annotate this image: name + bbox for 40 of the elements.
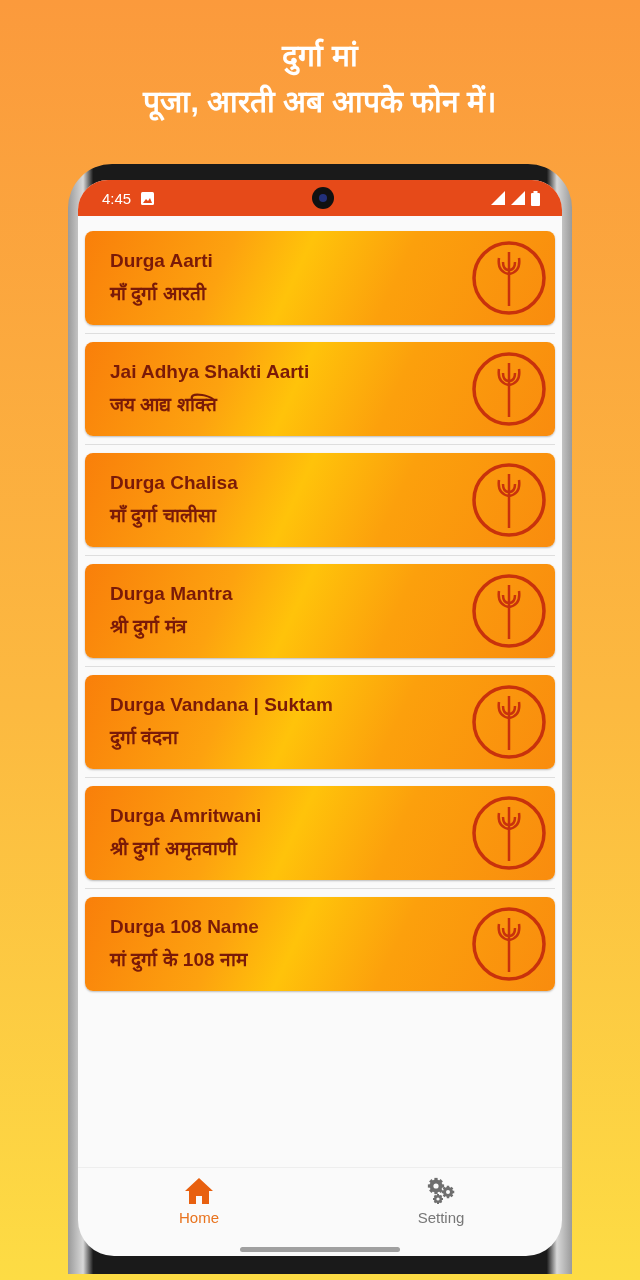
home-icon [184, 1177, 214, 1205]
status-time: 4:45 [102, 189, 132, 207]
image-icon [141, 191, 155, 205]
card-title: Durga Mantra [110, 583, 233, 605]
trident-icon [471, 684, 547, 760]
trident-icon [471, 906, 547, 982]
trident-icon [471, 462, 547, 538]
battery-icon [531, 190, 540, 206]
card-title: Durga Vandana | Suktam [110, 694, 333, 716]
camera-icon [311, 187, 334, 209]
menu-card[interactable]: Durga Amritwani श्री दुर्गा अमृतवाणी [85, 786, 555, 880]
menu-card[interactable]: Durga Chalisa माँ दुर्गा चालीसा [85, 453, 555, 547]
nav-tab[interactable]: Setting [396, 1176, 486, 1247]
card-subtitle: माँ दुर्गा चालीसा [110, 503, 218, 528]
menu-card[interactable]: Durga Vandana | Suktam दुर्गा वंदना [85, 675, 555, 769]
settings-icon [426, 1177, 456, 1205]
card-subtitle: श्री दुर्गा अमृतवाणी [110, 836, 239, 861]
menu-card[interactable]: Durga Aarti माँ दुर्गा आरती [85, 231, 555, 325]
trident-icon [471, 795, 547, 871]
nav-tab[interactable]: Home [154, 1176, 244, 1247]
card-title: Jai Adhya Shakti Aarti [110, 361, 310, 383]
signal-icon [511, 191, 525, 205]
menu-card[interactable]: Durga Mantra श्री दुर्गा मंत्र [85, 564, 555, 658]
menu-card[interactable]: Durga 108 Name मां दुर्गा के 108 नाम [85, 897, 555, 991]
card-title: Durga Chalisa [110, 472, 238, 494]
signal-icon [491, 191, 505, 205]
card-title: Durga 108 Name [110, 916, 259, 938]
card-subtitle: जय आद्य शक्ति [110, 392, 219, 417]
card-subtitle: दुर्गा वंदना [110, 725, 180, 750]
trident-icon [471, 573, 547, 649]
trident-icon [471, 351, 547, 427]
card-subtitle: माँ दुर्गा आरती [110, 281, 208, 306]
card-title: Durga Aarti [110, 250, 213, 272]
headline: दुर्गा मां [282, 36, 358, 76]
headline: पूजा, आरती अब आपके फोन में। [143, 82, 497, 122]
trident-icon [471, 240, 547, 316]
card-subtitle: श्री दुर्गा मंत्र [110, 614, 188, 639]
card-title: Durga Amritwani [110, 805, 262, 827]
card-subtitle: मां दुर्गा के 108 नाम [110, 947, 249, 972]
menu-card[interactable]: Jai Adhya Shakti Aarti जय आद्य शक्ति [85, 342, 555, 436]
